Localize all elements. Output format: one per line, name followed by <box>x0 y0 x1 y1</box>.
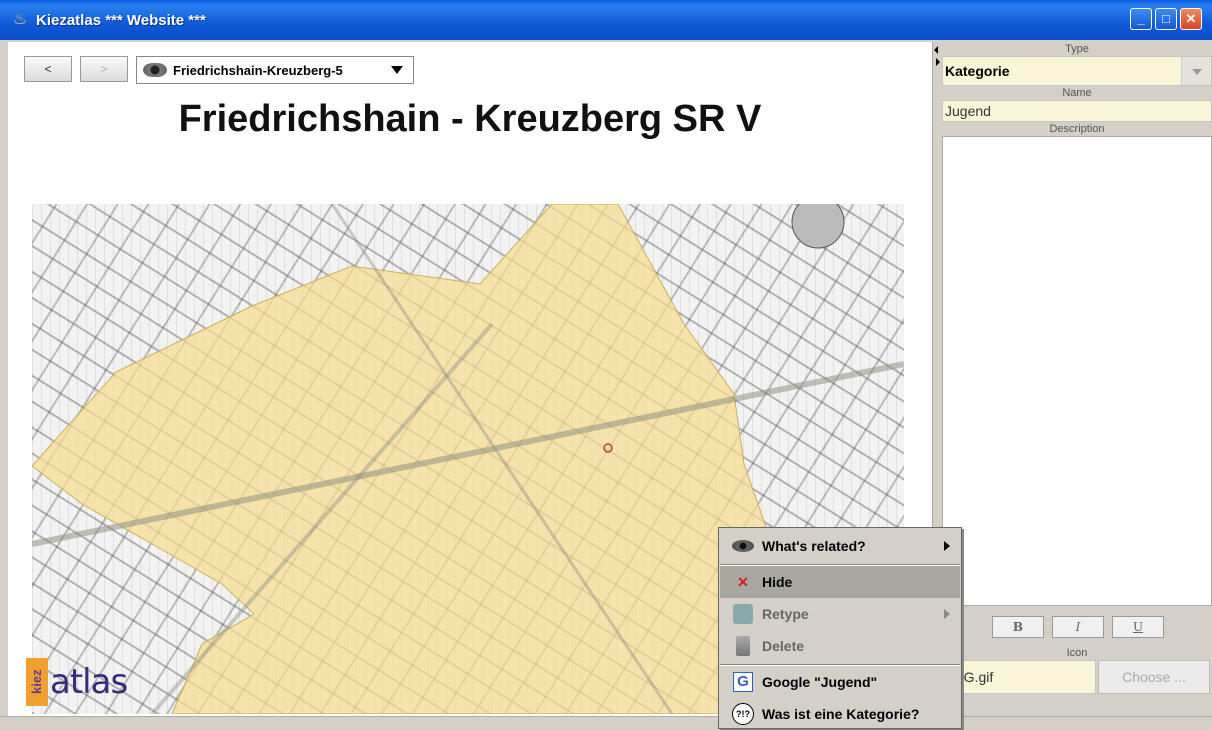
collapse-right-icon[interactable] <box>936 58 940 66</box>
maximize-button[interactable]: □ <box>1155 8 1177 30</box>
hide-icon: ✕ <box>737 573 749 590</box>
back-button[interactable]: < <box>24 56 72 82</box>
topicmap-selector-value: Friedrichshain-Kreuzberg-5 <box>173 62 343 78</box>
name-field[interactable]: Jugend <box>942 100 1212 122</box>
menu-item-label: Was ist eine Kategorie? <box>762 706 920 722</box>
menu-item-label: What's related? <box>762 538 866 554</box>
eye-icon <box>732 535 754 557</box>
menu-item-label: Delete <box>762 638 805 654</box>
underline-button[interactable]: U <box>1112 616 1164 638</box>
menu-item-label: Google "Jugend" <box>762 674 878 690</box>
type-label: Type <box>942 42 1212 56</box>
retype-icon <box>732 603 754 625</box>
context-menu: What's related? ✕ Hide Retype Delete G G… <box>718 527 962 729</box>
description-field[interactable] <box>942 136 1212 606</box>
icon-label: Icon <box>942 646 1212 660</box>
menu-item-delete[interactable]: Delete <box>720 630 960 662</box>
minimize-button[interactable]: _ <box>1130 8 1152 30</box>
type-select[interactable]: Kategorie <box>942 56 1212 86</box>
italic-button[interactable]: I <box>1052 616 1104 638</box>
menu-item-whats-related[interactable]: What's related? <box>720 530 960 562</box>
trash-icon <box>732 635 754 657</box>
chevron-down-icon[interactable] <box>1181 57 1211 85</box>
menu-item-retype[interactable]: Retype <box>720 598 960 630</box>
district-area <box>32 204 823 714</box>
map-title: Friedrichshain - Kreuzberg SR V <box>178 98 762 140</box>
chevron-down-icon <box>391 66 403 74</box>
kiezatlas-logo: kiez atlas <box>26 656 128 710</box>
logo-kiez: kiez <box>26 658 48 706</box>
icon-row: -G.gif Choose ... <box>942 660 1212 694</box>
question-icon: ?!? <box>732 703 754 725</box>
menu-item-help[interactable]: ?!? Was ist eine Kategorie? <box>720 698 960 730</box>
name-label: Name <box>942 86 1212 100</box>
window-title: Kiezatlas *** Website *** <box>36 11 206 29</box>
collapse-left-icon[interactable] <box>934 46 938 54</box>
map-feature-circle <box>791 204 845 249</box>
java-cup-icon: ♨ <box>12 11 28 28</box>
eye-icon <box>143 63 167 77</box>
description-label: Description <box>942 122 1212 136</box>
google-icon: G <box>732 671 754 693</box>
close-button[interactable]: ✕ <box>1180 8 1202 30</box>
choose-button[interactable]: Choose ... <box>1098 660 1210 694</box>
logo-atlas: atlas <box>50 662 128 702</box>
submenu-arrow-icon <box>944 609 950 619</box>
bold-button[interactable]: B <box>992 616 1044 638</box>
topicmap-selector[interactable]: Friedrichshain-Kreuzberg-5 <box>136 56 414 84</box>
format-toolbar: B I U <box>942 606 1212 646</box>
type-select-value: Kategorie <box>945 63 1010 79</box>
menu-item-hide[interactable]: ✕ Hide <box>720 566 960 598</box>
property-panel: Type Kategorie Name Jugend Description B… <box>942 42 1212 716</box>
menu-item-google[interactable]: G Google "Jugend" <box>720 666 960 698</box>
menu-item-label: Hide <box>762 574 793 590</box>
forward-button[interactable]: > <box>80 56 128 82</box>
submenu-arrow-icon <box>944 541 950 551</box>
icon-field[interactable]: -G.gif <box>956 660 1096 694</box>
status-bar <box>0 716 1212 729</box>
menu-item-label: Retype <box>762 606 809 622</box>
title-bar: ♨ Kiezatlas *** Website *** _ □ ✕ <box>0 0 1212 40</box>
